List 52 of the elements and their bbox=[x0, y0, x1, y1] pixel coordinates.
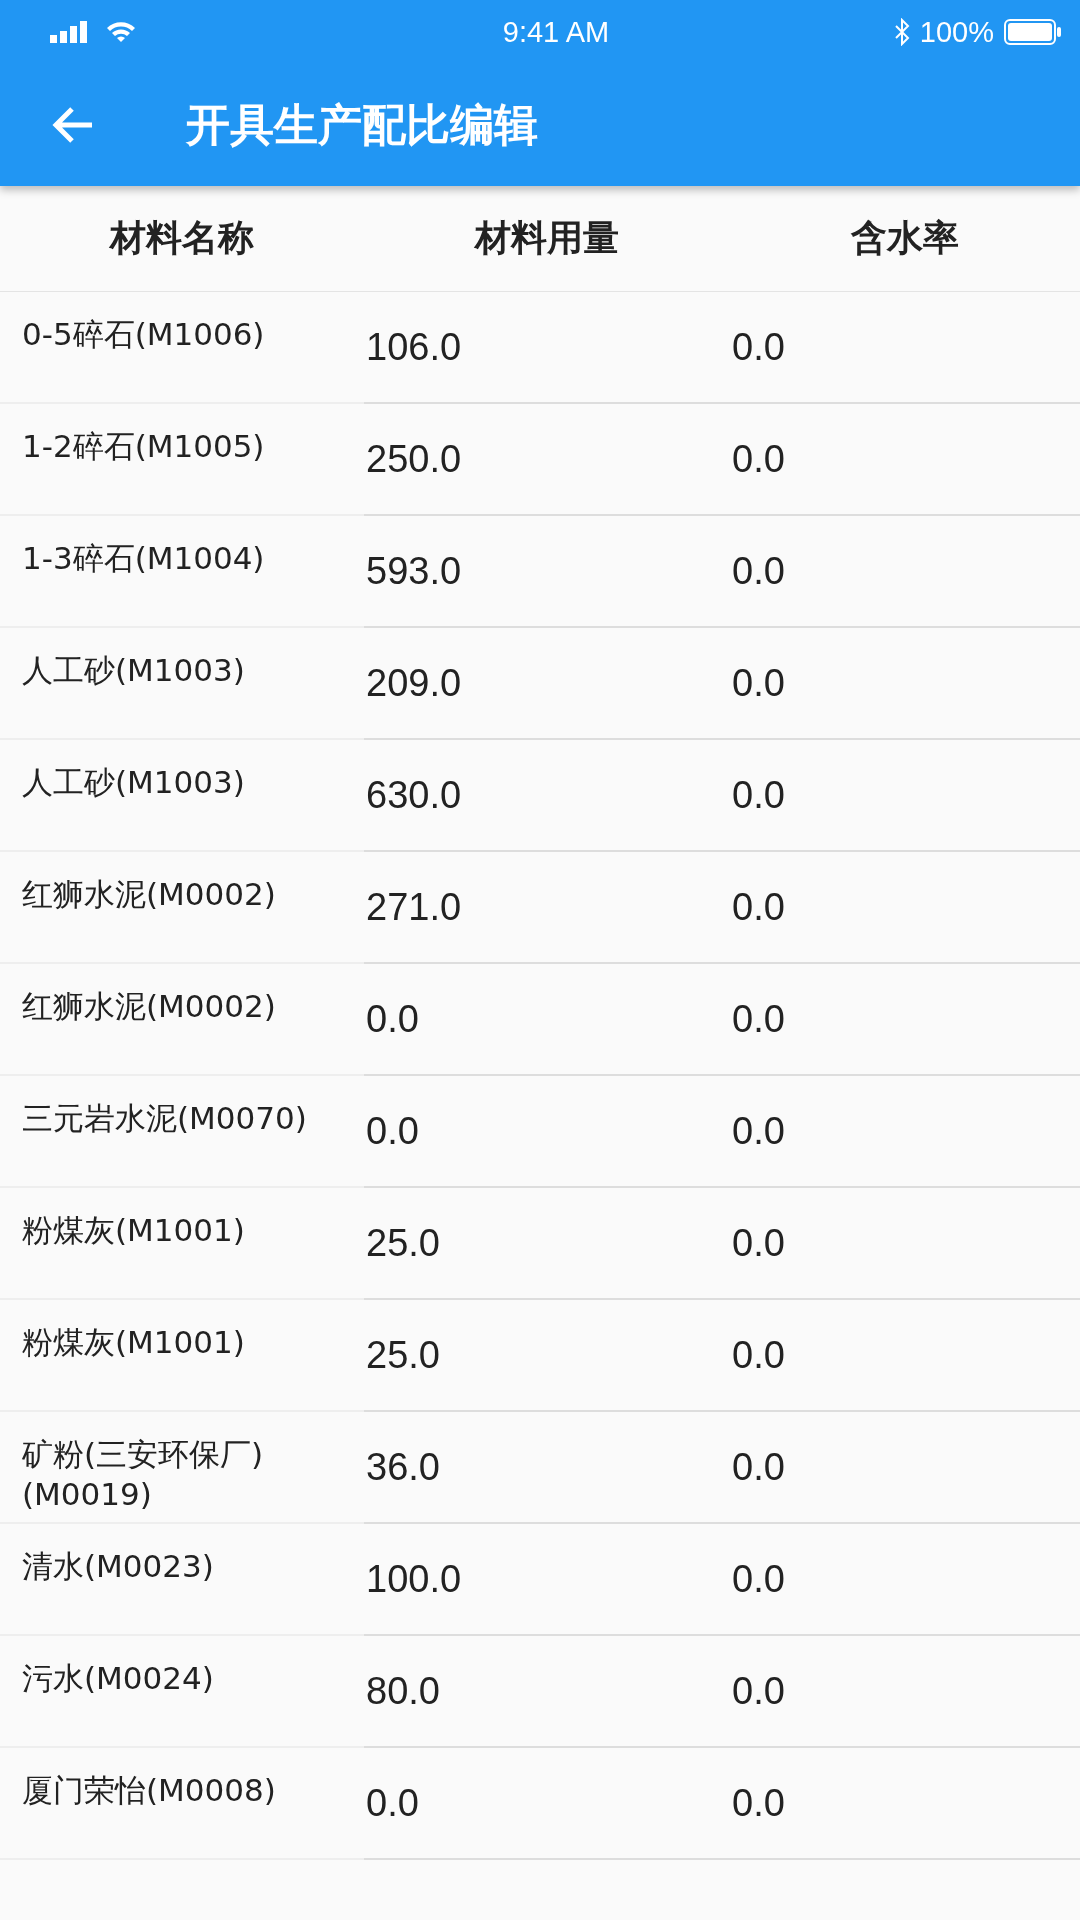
table-cell: 人工砂(M1003) bbox=[0, 740, 364, 852]
back-arrow-icon[interactable] bbox=[50, 105, 94, 145]
table-cell: 矿粉(三安环保厂)(M0019) bbox=[0, 1412, 364, 1524]
table-cell: 清水(M0023) bbox=[0, 1524, 364, 1636]
column-header: 材料用量 bbox=[364, 186, 730, 292]
bluetooth-icon bbox=[893, 18, 910, 46]
table-cell: 1-2碎石(M1005) bbox=[0, 404, 364, 516]
page-title: 开具生产配比编辑 bbox=[186, 97, 538, 152]
table-cell: 0.0 bbox=[730, 964, 1080, 1076]
battery-icon bbox=[1004, 19, 1062, 45]
table-cell: 红狮水泥(M0002) bbox=[0, 964, 364, 1076]
table-cell: 0.0 bbox=[730, 1188, 1080, 1300]
table-cell: 1-3碎石(M1004) bbox=[0, 516, 364, 628]
table-cell: 0.0 bbox=[364, 1076, 730, 1188]
table-cell: 106.0 bbox=[364, 292, 730, 404]
table-cell: 0.0 bbox=[730, 1748, 1080, 1860]
table-cell: 0.0 bbox=[730, 1412, 1080, 1524]
table-cell: 0.0 bbox=[730, 292, 1080, 404]
table-cell: 污水(M0024) bbox=[0, 1636, 364, 1748]
table-cell: 0.0 bbox=[730, 1076, 1080, 1188]
table-cell: 0.0 bbox=[730, 1524, 1080, 1636]
table-cell: 100.0 bbox=[364, 1524, 730, 1636]
table-cell: 粉煤灰(M1001) bbox=[0, 1188, 364, 1300]
table-cell: 0.0 bbox=[730, 740, 1080, 852]
table-cell: 0.0 bbox=[730, 516, 1080, 628]
table-cell: 0.0 bbox=[730, 404, 1080, 516]
table-cell: 0-5碎石(M1006) bbox=[0, 292, 364, 404]
table-cell: 593.0 bbox=[364, 516, 730, 628]
table-cell: 粉煤灰(M1001) bbox=[0, 1300, 364, 1412]
table-cell: 271.0 bbox=[364, 852, 730, 964]
table-cell: 25.0 bbox=[364, 1300, 730, 1412]
column-header: 含水率 bbox=[730, 186, 1080, 292]
table-cell: 0.0 bbox=[730, 1300, 1080, 1412]
table-cell: 36.0 bbox=[364, 1412, 730, 1524]
table-cell: 红狮水泥(M0002) bbox=[0, 852, 364, 964]
table-cell: 80.0 bbox=[364, 1636, 730, 1748]
table-cell: 人工砂(M1003) bbox=[0, 628, 364, 740]
battery-percent: 100% bbox=[919, 15, 994, 49]
table-cell: 630.0 bbox=[364, 740, 730, 852]
table-cell: 25.0 bbox=[364, 1188, 730, 1300]
table-cell: 三元岩水泥(M0070) bbox=[0, 1076, 364, 1188]
status-time: 9:41 AM bbox=[502, 15, 610, 49]
column-header: 材料名称 bbox=[0, 186, 364, 292]
table-cell: 0.0 bbox=[730, 852, 1080, 964]
table-cell: 0.0 bbox=[730, 628, 1080, 740]
wifi-icon bbox=[106, 21, 136, 43]
table-cell: 0.0 bbox=[364, 1748, 730, 1860]
table-cell: 0.0 bbox=[364, 964, 730, 1076]
table-cell: 250.0 bbox=[364, 404, 730, 516]
table-cell: 厦门荣怡(M0008) bbox=[0, 1748, 364, 1860]
table-cell: 0.0 bbox=[730, 1636, 1080, 1748]
table-cell: 209.0 bbox=[364, 628, 730, 740]
